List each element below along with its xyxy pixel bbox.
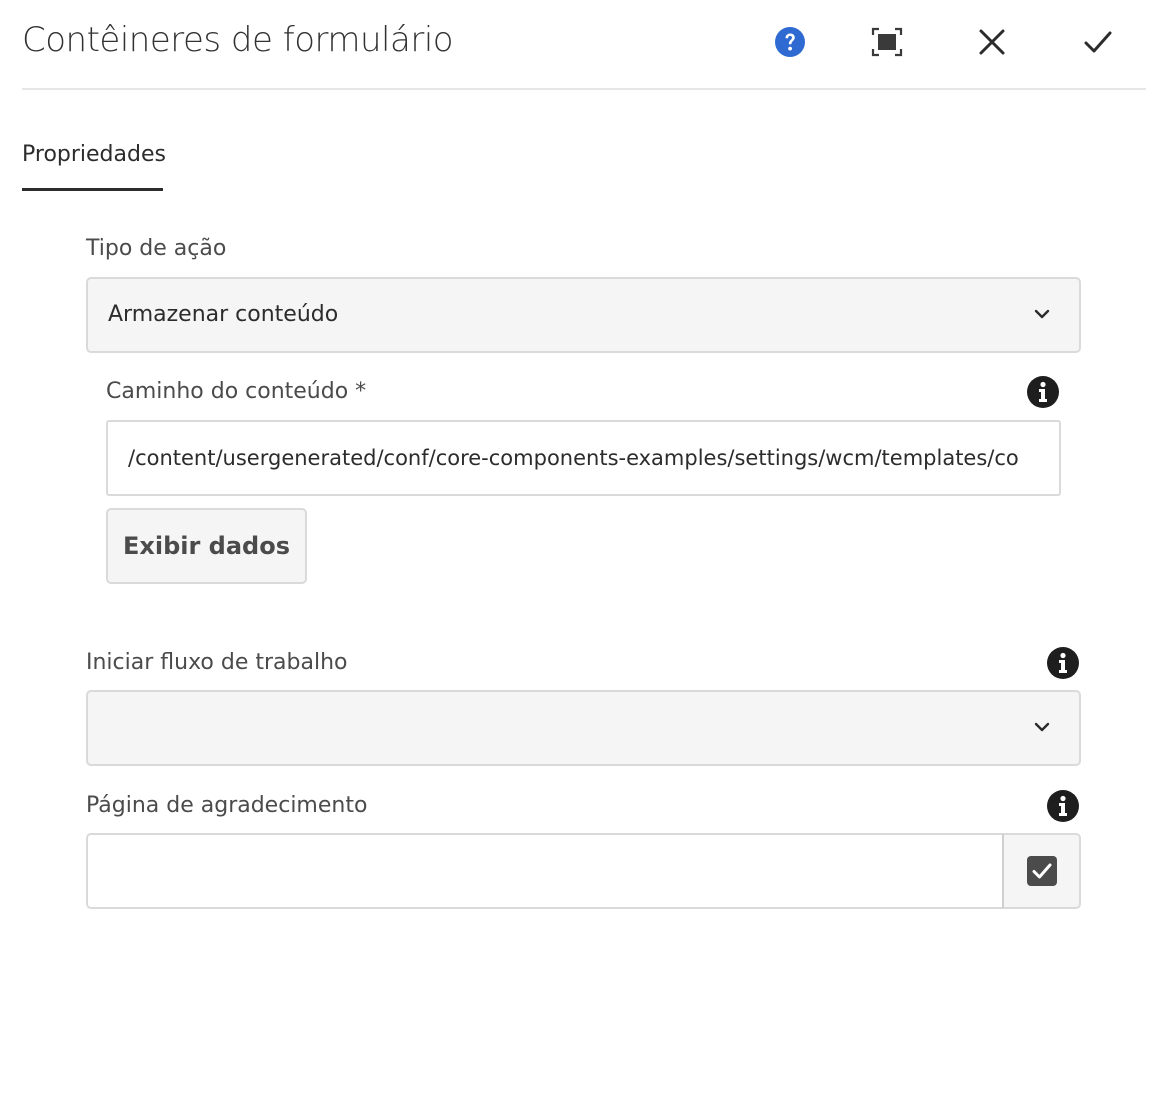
- chevron-down-icon: [1034, 722, 1050, 732]
- check-icon: [1084, 31, 1112, 53]
- close-button[interactable]: [970, 20, 1014, 64]
- tab-properties[interactable]: Propriedades: [22, 142, 166, 167]
- info-icon[interactable]: [1046, 646, 1080, 680]
- path-picker-button[interactable]: [1002, 833, 1081, 909]
- content-path-label: Caminho do conteúdo *: [106, 379, 367, 404]
- action-type-value: Armazenar conteúdo: [108, 302, 339, 327]
- fullscreen-icon: [871, 27, 903, 57]
- help-icon: [775, 27, 805, 57]
- content-path-input[interactable]: /content/usergenerated/conf/core-compone…: [106, 420, 1061, 496]
- workflow-select[interactable]: [86, 690, 1081, 766]
- dialog-header: Contêineres de formulário: [22, 0, 1146, 90]
- action-type-label: Tipo de ação: [86, 236, 227, 261]
- tab-selected-indicator: [22, 188, 163, 191]
- checkbox-icon: [1026, 856, 1057, 886]
- thank-you-page-input[interactable]: [86, 833, 1004, 909]
- dialog-title: Contêineres de formulário: [22, 20, 454, 60]
- action-type-select[interactable]: Armazenar conteúdo: [86, 277, 1081, 353]
- close-icon: [979, 29, 1005, 55]
- content-path-value: /content/usergenerated/conf/core-compone…: [128, 446, 1019, 470]
- chevron-down-icon: [1034, 309, 1050, 319]
- workflow-label: Iniciar fluxo de trabalho: [86, 650, 348, 675]
- info-icon[interactable]: [1026, 375, 1060, 409]
- thank-you-page-label: Página de agradecimento: [86, 793, 368, 818]
- view-data-button[interactable]: Exibir dados: [106, 508, 307, 584]
- fullscreen-button[interactable]: [865, 20, 909, 64]
- help-button[interactable]: [768, 20, 812, 64]
- done-button[interactable]: [1076, 20, 1120, 64]
- info-icon[interactable]: [1046, 789, 1080, 823]
